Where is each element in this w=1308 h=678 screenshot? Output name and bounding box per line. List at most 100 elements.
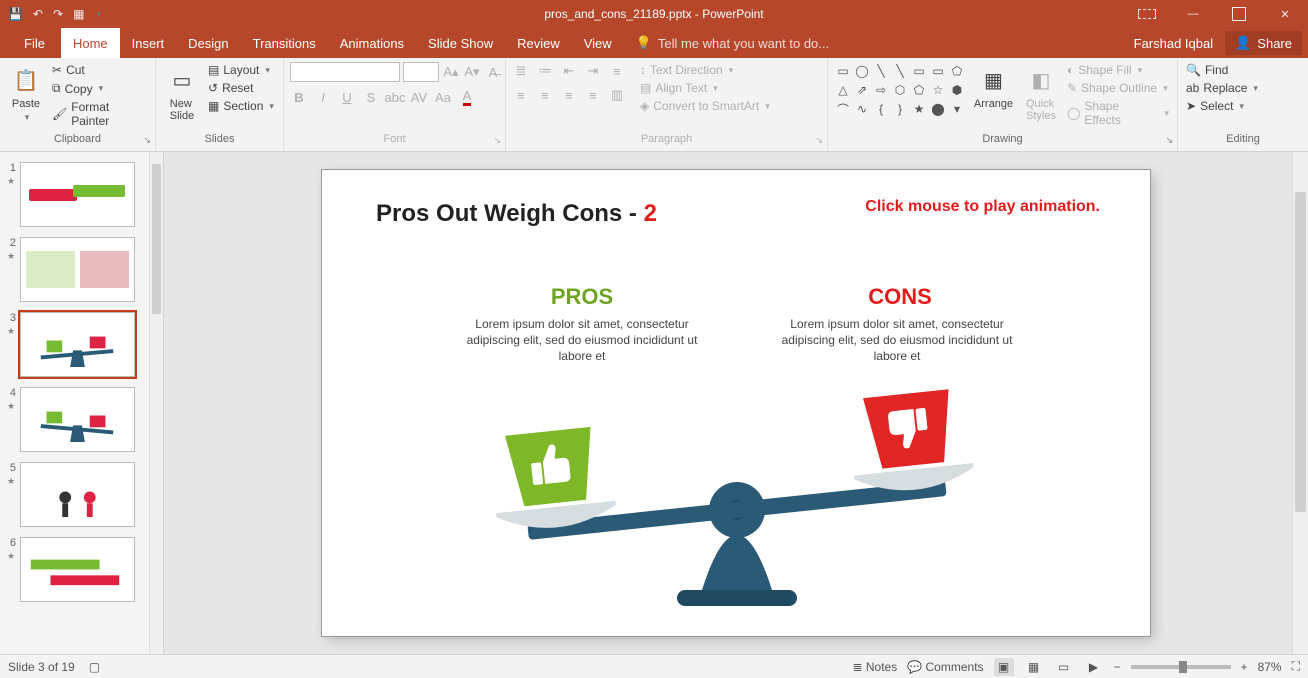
dialog-launcher-icon[interactable]: ↘ — [815, 135, 823, 146]
fit-to-window-button[interactable]: ⛶ — [1292, 659, 1300, 674]
new-slide-button[interactable]: ▭ New Slide — [162, 62, 202, 124]
slide-counter[interactable]: Slide 3 of 19 — [8, 660, 75, 674]
decrease-font-icon[interactable]: A▾ — [463, 63, 481, 81]
thumbnail-1[interactable]: 1★ — [0, 158, 150, 233]
select-button[interactable]: ➤Select▾ — [1184, 98, 1260, 114]
text-direction-button[interactable]: ↕Text Direction▾ — [638, 62, 772, 78]
copy-button[interactable]: ⧉Copy▾ — [50, 80, 149, 97]
change-case-button[interactable]: Aa — [434, 88, 452, 106]
shapes-gallery[interactable]: ▭◯╲╲▭▭⬠ △⇗⇨⬡⬠☆⬢ ⌒∿{}★⬤▾ — [834, 62, 966, 118]
animation-hint: Click mouse to play animation. — [865, 198, 1100, 216]
signed-in-user[interactable]: Farshad Iqbal — [1134, 36, 1214, 51]
thumbnail-5[interactable]: 5★ — [0, 458, 150, 533]
save-icon[interactable]: 💾 — [8, 7, 23, 21]
comments-button[interactable]: 💬 Comments — [907, 660, 983, 674]
redo-icon[interactable]: ↷ — [53, 7, 63, 21]
convert-smartart-button[interactable]: ◈Convert to SmartArt▾ — [638, 98, 772, 114]
quick-styles-button[interactable]: ◧ Quick Styles — [1021, 62, 1061, 124]
zoom-slider[interactable] — [1131, 665, 1231, 669]
spell-check-icon[interactable]: ▢ — [89, 660, 100, 674]
thumbnail-3[interactable]: 3★ — [0, 308, 150, 383]
tab-slideshow[interactable]: Slide Show — [416, 28, 505, 58]
slide-sorter-view-button[interactable]: ▦ — [1024, 658, 1044, 676]
qat-customize-icon[interactable]: ▾ — [96, 9, 101, 20]
tab-transitions[interactable]: Transitions — [241, 28, 328, 58]
reset-button[interactable]: ↺Reset — [206, 80, 276, 96]
ribbon-options-icon[interactable] — [1124, 0, 1170, 28]
notes-button[interactable]: ≣ Notes — [852, 660, 897, 674]
replace-icon: ab — [1186, 81, 1199, 95]
workspace: 1★ 2★ 3★ 4★ — [0, 152, 1308, 654]
shape-fill-label: Shape Fill — [1078, 63, 1131, 77]
close-button[interactable]: ✕ — [1262, 0, 1308, 28]
zoom-level[interactable]: 87% — [1258, 660, 1282, 674]
tab-insert[interactable]: Insert — [120, 28, 177, 58]
increase-indent-button[interactable]: ⇥ — [584, 62, 602, 80]
bullets-button[interactable]: ≣ — [512, 62, 530, 80]
zoom-out-button[interactable]: − — [1114, 660, 1121, 674]
dialog-launcher-icon[interactable]: ↘ — [493, 135, 501, 146]
zoom-in-button[interactable]: + — [1241, 660, 1248, 674]
maximize-button[interactable] — [1216, 0, 1262, 28]
font-size-combo[interactable] — [403, 62, 439, 82]
thumbnails-scrollbar[interactable] — [149, 152, 163, 654]
align-text-button[interactable]: ▤Align Text▾ — [638, 80, 772, 96]
slideshow-view-button[interactable]: ▶ — [1084, 658, 1104, 676]
font-color-button[interactable]: A — [458, 88, 476, 106]
align-right-button[interactable]: ≡ — [560, 86, 578, 104]
decrease-indent-button[interactable]: ⇤ — [560, 62, 578, 80]
format-painter-button[interactable]: 🖌Format Painter — [50, 99, 149, 129]
strikethrough-button[interactable]: S — [362, 88, 380, 106]
reading-view-button[interactable]: ▭ — [1054, 658, 1074, 676]
minimize-button[interactable]: — — [1170, 0, 1216, 28]
char-spacing-button[interactable]: AV — [410, 88, 428, 106]
arrange-button[interactable]: ▦ Arrange — [970, 62, 1017, 112]
tab-view[interactable]: View — [572, 28, 624, 58]
tab-animations[interactable]: Animations — [328, 28, 416, 58]
dialog-launcher-icon[interactable]: ↘ — [1165, 135, 1173, 146]
thumbnail-4[interactable]: 4★ — [0, 383, 150, 458]
numbering-button[interactable]: ≔ — [536, 62, 554, 80]
line-spacing-button[interactable]: ≡ — [608, 62, 626, 80]
cut-button[interactable]: ✂Cut — [50, 62, 149, 78]
justify-button[interactable]: ≡ — [584, 86, 602, 104]
thumbnail-2[interactable]: 2★ — [0, 233, 150, 308]
shape-outline-button[interactable]: ✎Shape Outline▾ — [1065, 80, 1171, 96]
start-from-beginning-icon[interactable]: ▦ — [73, 7, 84, 21]
section-button[interactable]: ▦Section▾ — [206, 98, 276, 114]
align-center-button[interactable]: ≡ — [536, 86, 554, 104]
bold-button[interactable]: B — [290, 88, 308, 106]
undo-icon[interactable]: ↶ — [33, 7, 43, 21]
font-family-combo[interactable] — [290, 62, 400, 82]
thumbnail-6[interactable]: 6★ — [0, 533, 150, 608]
group-paragraph: ≣ ≔ ⇤ ⇥ ≡ ≡ ≡ ≡ ≡ ▥ ↕Text Direction▾ ▤Al… — [506, 58, 828, 151]
bulb-icon: 💡 — [636, 35, 652, 51]
slide-canvas[interactable]: Pros Out Weigh Cons - 2 Click mouse to p… — [164, 152, 1308, 654]
replace-button[interactable]: abReplace▾ — [1184, 80, 1260, 96]
normal-view-button[interactable]: ▣ — [994, 658, 1014, 676]
columns-button[interactable]: ▥ — [608, 86, 626, 104]
layout-button[interactable]: ▤Layout▾ — [206, 62, 276, 78]
dialog-launcher-icon[interactable]: ↘ — [143, 135, 151, 146]
share-button[interactable]: 👤 Share — [1225, 31, 1302, 55]
paste-button[interactable]: 📋 Paste ▾ — [6, 62, 46, 125]
shape-fill-button[interactable]: ◐Shape Fill▾ — [1065, 62, 1171, 78]
tab-review[interactable]: Review — [505, 28, 572, 58]
increase-font-icon[interactable]: A▴ — [442, 63, 460, 81]
shadow-button[interactable]: abc — [386, 88, 404, 106]
smartart-icon: ◈ — [640, 99, 649, 113]
tab-file[interactable]: File — [8, 28, 61, 58]
tell-me-search[interactable]: 💡 Tell me what you want to do... — [624, 35, 829, 51]
tab-home[interactable]: Home — [61, 28, 120, 58]
ribbon-tabs: File Home Insert Design Transitions Anim… — [0, 28, 1308, 58]
clear-formatting-icon[interactable]: A̶ — [484, 63, 502, 81]
tab-design[interactable]: Design — [176, 28, 240, 58]
italic-button[interactable]: I — [314, 88, 332, 106]
align-left-button[interactable]: ≡ — [512, 86, 530, 104]
pen-icon: ✎ — [1067, 81, 1077, 95]
underline-button[interactable]: U — [338, 88, 356, 106]
shape-effects-button[interactable]: ◯Shape Effects▾ — [1065, 98, 1171, 128]
find-button[interactable]: 🔍Find — [1184, 62, 1260, 78]
canvas-vertical-scrollbar[interactable] — [1292, 152, 1308, 654]
animation-star-icon: ★ — [7, 401, 15, 412]
